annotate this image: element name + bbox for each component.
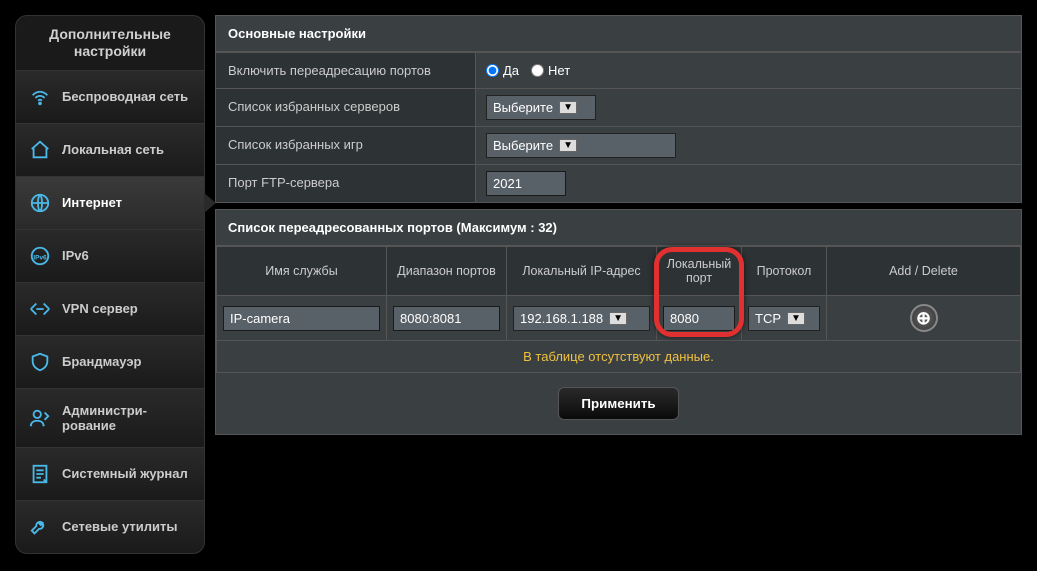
- basic-settings-title: Основные настройки: [216, 16, 1021, 52]
- admin-icon: [28, 406, 52, 430]
- servers-select[interactable]: Выберите▼: [486, 95, 596, 120]
- servers-label: Список избранных серверов: [216, 89, 476, 126]
- sidebar-item-admin[interactable]: Администри- рование: [15, 389, 205, 448]
- sidebar-item-label: Брандмауэр: [62, 354, 141, 369]
- sidebar-item-label: Администри- рование: [62, 403, 147, 433]
- sidebar-item-syslog[interactable]: Системный журнал: [15, 448, 205, 501]
- th-localport: Локальный порт: [657, 247, 742, 296]
- th-action: Add / Delete: [827, 247, 1021, 296]
- port-forward-table: Имя службы Диапазон портов Локальный IP-…: [216, 246, 1021, 373]
- empty-row: В таблице отсутствуют данные.: [217, 341, 1021, 373]
- sidebar: Дополнительные настройки Беспроводная се…: [15, 15, 205, 554]
- enable-forwarding-label: Включить переадресацию портов: [216, 53, 476, 88]
- sidebar-item-label: Сетевые утилиты: [62, 519, 177, 534]
- local-ip-select[interactable]: 192.168.1.188▼: [513, 306, 650, 331]
- apply-button[interactable]: Применить: [558, 387, 678, 420]
- games-label: Список избранных игр: [216, 127, 476, 164]
- sidebar-item-wireless[interactable]: Беспроводная сеть: [15, 71, 205, 124]
- servers-row: Список избранных серверов Выберите▼: [216, 88, 1021, 126]
- sidebar-item-label: Системный журнал: [62, 466, 188, 481]
- th-range: Диапазон портов: [387, 247, 507, 296]
- enable-forwarding-row: Включить переадресацию портов Да Нет: [216, 52, 1021, 88]
- sidebar-item-lan[interactable]: Локальная сеть: [15, 124, 205, 177]
- sidebar-item-label: VPN сервер: [62, 301, 138, 316]
- enable-no-radio[interactable]: Нет: [531, 63, 570, 78]
- vpn-icon: [28, 297, 52, 321]
- port-list-panel: Список переадресованных портов (Максимум…: [215, 209, 1022, 435]
- sidebar-title: Дополнительные настройки: [15, 15, 205, 71]
- th-protocol: Протокол: [742, 247, 827, 296]
- chevron-down-icon: ▼: [559, 139, 577, 152]
- home-icon: [28, 138, 52, 162]
- ipv6-icon: IPv6: [28, 244, 52, 268]
- svg-text:IPv6: IPv6: [33, 254, 47, 261]
- radio-no-input[interactable]: [531, 64, 544, 77]
- port-list-title: Список переадресованных портов (Максимум…: [216, 210, 1021, 246]
- enable-yes-radio[interactable]: Да: [486, 63, 519, 78]
- ftp-port-input[interactable]: [486, 171, 566, 196]
- th-ip: Локальный IP-адрес: [507, 247, 657, 296]
- sidebar-item-label: Интернет: [62, 195, 122, 210]
- th-service: Имя службы: [217, 247, 387, 296]
- chevron-down-icon: ▼: [609, 312, 627, 325]
- wifi-icon: [28, 85, 52, 109]
- sidebar-item-internet[interactable]: Интернет: [15, 177, 205, 230]
- sidebar-item-label: Локальная сеть: [62, 142, 164, 157]
- ftp-row: Порт FTP-сервера: [216, 164, 1021, 202]
- sidebar-item-label: Беспроводная сеть: [62, 89, 188, 104]
- protocol-select[interactable]: TCP▼: [748, 306, 820, 331]
- tools-icon: [28, 515, 52, 539]
- radio-yes-input[interactable]: [486, 64, 499, 77]
- chevron-down-icon: ▼: [559, 101, 577, 114]
- globe-icon: [28, 191, 52, 215]
- port-range-input[interactable]: [393, 306, 500, 331]
- add-button[interactable]: ⊕: [910, 304, 938, 332]
- table-row: 192.168.1.188▼ TCP▼ ⊕: [217, 296, 1021, 341]
- sidebar-item-vpn[interactable]: VPN сервер: [15, 283, 205, 336]
- sidebar-item-label: IPv6: [62, 248, 89, 263]
- sidebar-item-firewall[interactable]: Брандмауэр: [15, 336, 205, 389]
- games-row: Список избранных игр Выберите▼: [216, 126, 1021, 164]
- basic-settings-panel: Основные настройки Включить переадресаци…: [215, 15, 1022, 203]
- empty-message: В таблице отсутствуют данные.: [217, 341, 1021, 373]
- games-select[interactable]: Выберите▼: [486, 133, 676, 158]
- sidebar-item-ipv6[interactable]: IPv6 IPv6: [15, 230, 205, 283]
- local-port-input[interactable]: [663, 306, 735, 331]
- log-icon: [28, 462, 52, 486]
- service-name-input[interactable]: [223, 306, 380, 331]
- ftp-label: Порт FTP-сервера: [216, 165, 476, 202]
- shield-icon: [28, 350, 52, 374]
- main-content: Основные настройки Включить переадресаци…: [215, 15, 1022, 554]
- sidebar-item-tools[interactable]: Сетевые утилиты: [15, 501, 205, 554]
- chevron-down-icon: ▼: [787, 312, 805, 325]
